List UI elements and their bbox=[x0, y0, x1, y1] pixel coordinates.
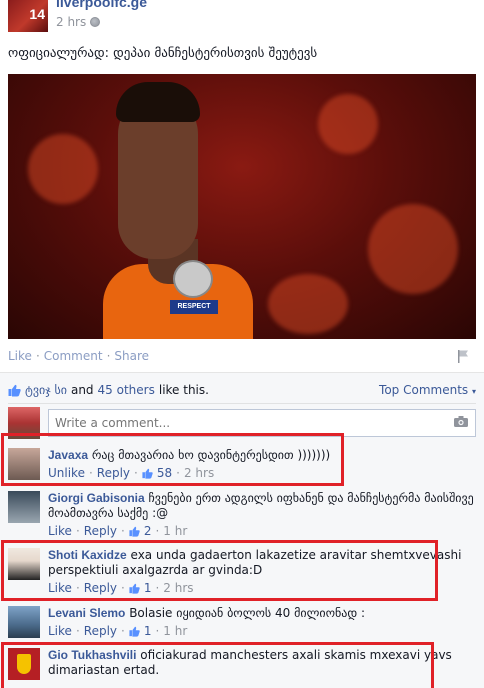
separator: · bbox=[75, 624, 80, 638]
thumbs-up-icon bbox=[129, 526, 140, 537]
comment-meta: Like · Reply · 1 · 1 hr bbox=[48, 624, 476, 639]
post-header: 14 liverpoolfc.ge 2 hrs bbox=[0, 0, 484, 38]
like-button[interactable]: Like bbox=[48, 624, 72, 639]
separator: · bbox=[121, 524, 125, 538]
crest-icon bbox=[173, 260, 213, 298]
top-comments-dropdown[interactable]: Top Comments ▾ bbox=[379, 383, 476, 397]
likes-summary: ტვიჯ სი and 45 others like this. bbox=[8, 383, 209, 397]
comment-meta: Like · Reply · 2 · 1 hr bbox=[48, 524, 476, 539]
comment-button[interactable]: Comment bbox=[44, 349, 103, 363]
post-photo[interactable]: RESPECT bbox=[8, 74, 476, 339]
bokeh-light bbox=[268, 274, 348, 334]
others-link[interactable]: 45 others bbox=[98, 383, 155, 397]
comment-body: Levani Slemo Bolasie იყიდიან ბოლოს 40 მი… bbox=[48, 606, 476, 639]
likes-suffix: like this. bbox=[158, 383, 209, 397]
comment-like-count[interactable]: 1 bbox=[144, 624, 152, 639]
thumbs-up-icon bbox=[8, 384, 21, 396]
bokeh-light bbox=[318, 94, 378, 154]
separator: · bbox=[155, 624, 160, 638]
caret-down-icon: ▾ bbox=[471, 387, 476, 396]
separator: · bbox=[121, 624, 125, 638]
page-avatar[interactable]: 14 bbox=[8, 0, 48, 32]
liker-link[interactable]: ტვიჯ სი bbox=[25, 383, 67, 397]
commenter-name[interactable]: Giorgi Gabisonia bbox=[48, 491, 145, 505]
comment-item: Giorgi Gabisonia ჩვენები ერთ ადგილს იფხა… bbox=[8, 491, 476, 539]
highlight-box bbox=[1, 642, 434, 688]
reply-button[interactable]: Reply bbox=[84, 624, 117, 639]
top-comments-label[interactable]: Top Comments bbox=[379, 383, 468, 397]
separator: · bbox=[155, 524, 160, 538]
post-text: ოფიციალურად: დეპაი მანჩესტერისთვის შეუტე… bbox=[8, 46, 318, 61]
avatar-number: 14 bbox=[29, 6, 45, 22]
thumbs-up-icon bbox=[129, 626, 140, 637]
comment-time[interactable]: 1 hr bbox=[163, 624, 187, 639]
reply-button[interactable]: Reply bbox=[84, 524, 117, 539]
comment-like-count[interactable]: 2 bbox=[144, 524, 152, 539]
post-timestamp[interactable]: 2 hrs bbox=[56, 15, 101, 29]
page-name-link[interactable]: liverpoolfc.ge bbox=[56, 0, 147, 10]
commenter-avatar[interactable] bbox=[8, 606, 40, 638]
bokeh-light bbox=[368, 204, 458, 294]
flag-icon[interactable] bbox=[456, 349, 470, 363]
globe-icon bbox=[90, 17, 101, 27]
separator: · bbox=[106, 349, 111, 363]
divider bbox=[8, 403, 476, 404]
player-hair bbox=[116, 82, 200, 122]
share-button[interactable]: Share bbox=[114, 349, 149, 363]
comment-time[interactable]: 1 hr bbox=[163, 524, 187, 539]
comment-item: Levani Slemo Bolasie იყიდიან ბოლოს 40 მი… bbox=[8, 606, 476, 640]
respect-badge: RESPECT bbox=[170, 300, 218, 314]
separator: · bbox=[75, 524, 80, 538]
highlight-box bbox=[1, 433, 344, 486]
commenter-avatar[interactable] bbox=[8, 491, 40, 523]
highlight-box bbox=[1, 540, 438, 601]
likes-and: and bbox=[70, 383, 94, 397]
camera-icon[interactable] bbox=[454, 416, 468, 427]
bokeh-light bbox=[28, 134, 98, 204]
post-card: 14 liverpoolfc.ge 2 hrs ოფიციალურად: დეპ… bbox=[0, 0, 484, 688]
post-actions: Like · Comment · Share bbox=[8, 349, 149, 363]
comment-body: Giorgi Gabisonia ჩვენები ერთ ადგილს იფხა… bbox=[48, 491, 476, 539]
like-button[interactable]: Like bbox=[48, 524, 72, 539]
comment-text: Bolasie იყიდიან ბოლოს 40 მილიონად : bbox=[129, 606, 366, 620]
separator: · bbox=[35, 349, 40, 363]
commenter-name[interactable]: Levani Slemo bbox=[48, 606, 125, 620]
like-button[interactable]: Like bbox=[8, 349, 32, 363]
timestamp-text[interactable]: 2 hrs bbox=[56, 15, 86, 29]
